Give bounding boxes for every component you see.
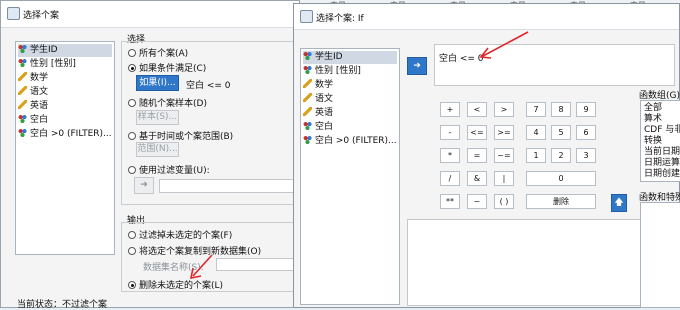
annotation-arrow-delete-option xyxy=(189,254,213,280)
annotation-arrows xyxy=(189,31,529,280)
annotation-arrow-expression xyxy=(479,31,529,59)
